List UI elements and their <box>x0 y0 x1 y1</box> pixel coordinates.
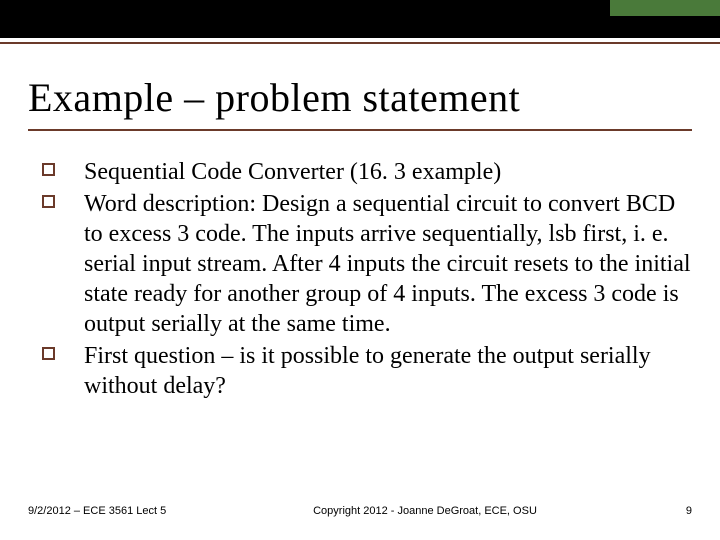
slide-footer: 9/2/2012 – ECE 3561 Lect 5 Copyright 201… <box>0 505 720 518</box>
list-item: First question – is it possible to gener… <box>36 341 692 401</box>
footer-copyright: Copyright 2012 - Joanne DeGroat, ECE, OS… <box>198 505 652 517</box>
bullet-list: Sequential Code Converter (16. 3 example… <box>28 157 692 401</box>
list-item-text: First question – is it possible to gener… <box>84 343 651 399</box>
list-item: Sequential Code Converter (16. 3 example… <box>36 157 692 187</box>
title-underline <box>28 129 692 131</box>
footer-date-course: 9/2/2012 – ECE 3561 Lect 5 <box>28 505 198 518</box>
square-bullet-icon <box>42 163 55 176</box>
slide-title: Example – problem statement <box>28 74 692 121</box>
list-item: Word description: Design a sequential ci… <box>36 189 692 339</box>
list-item-text: Sequential Code Converter (16. 3 example… <box>84 159 501 185</box>
slide-top-bar <box>0 0 720 38</box>
square-bullet-icon <box>42 195 55 208</box>
list-item-text: Word description: Design a sequential ci… <box>84 191 691 337</box>
footer-page-number: 9 <box>652 505 692 517</box>
slide-content: Example – problem statement Sequential C… <box>0 44 720 401</box>
square-bullet-icon <box>42 347 55 360</box>
top-bar-accent <box>610 0 720 16</box>
